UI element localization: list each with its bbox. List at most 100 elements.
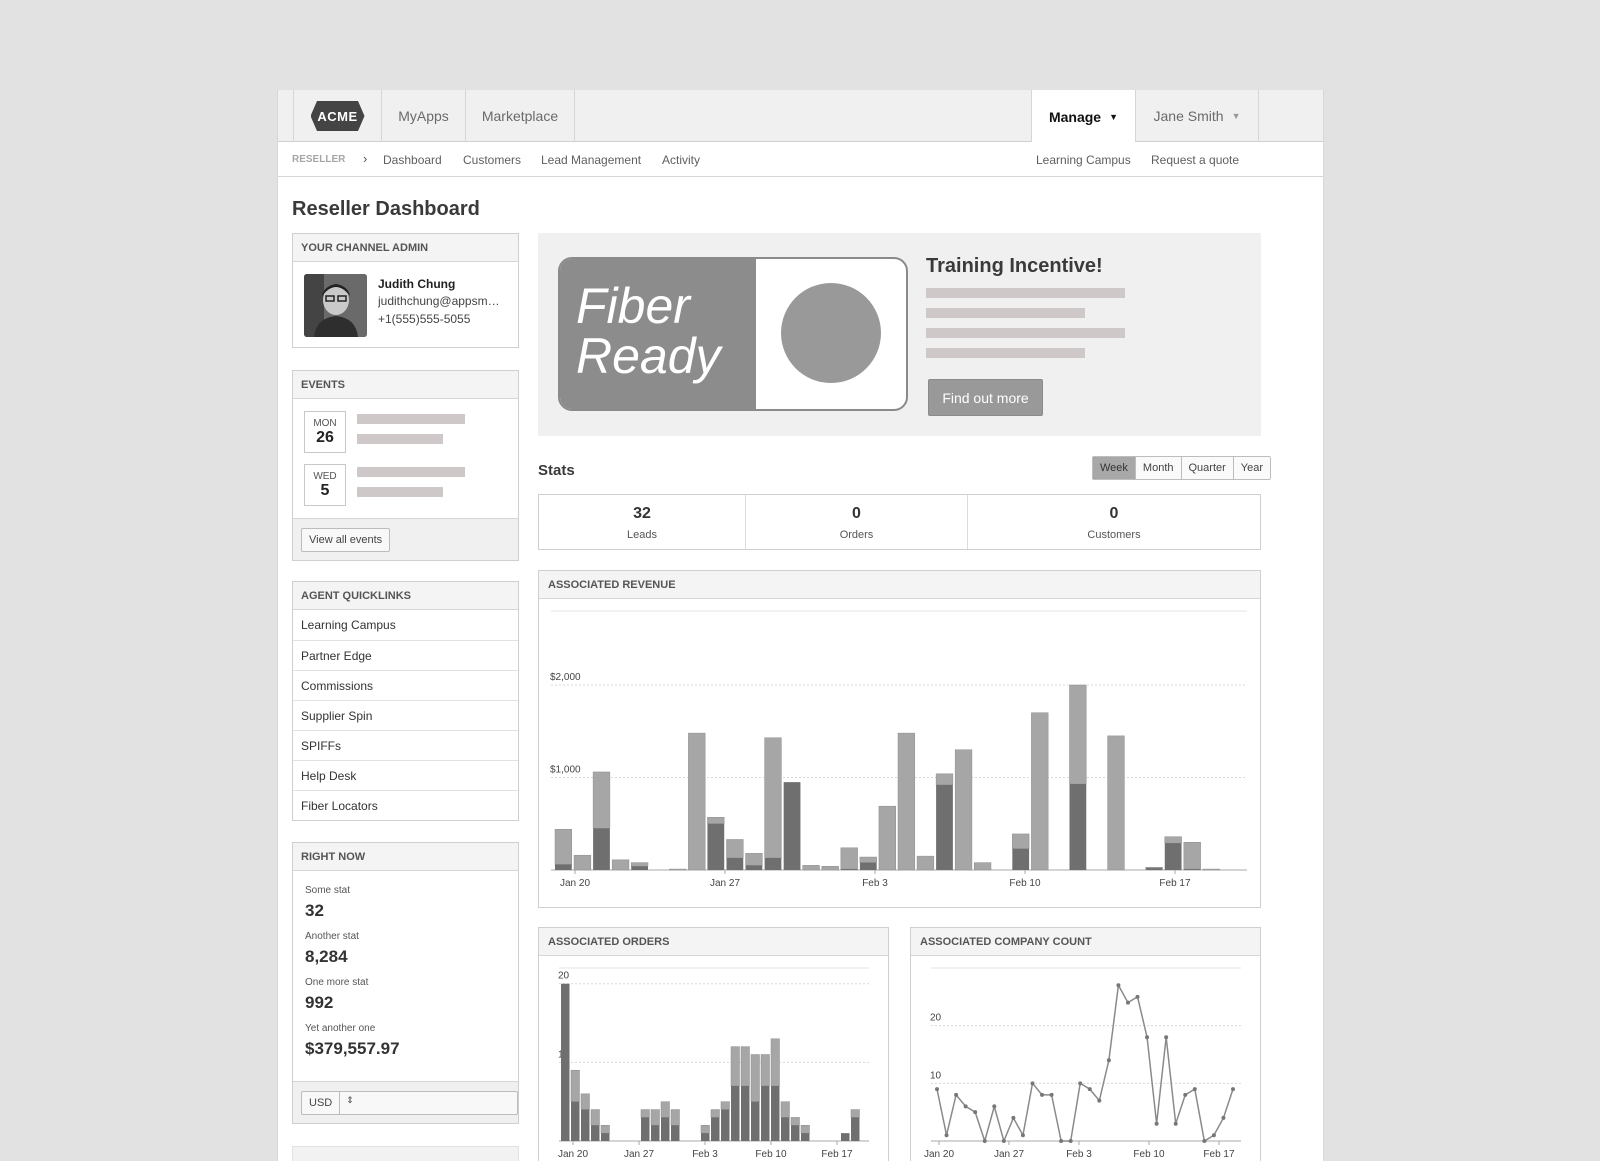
event-detail-placeholder <box>357 487 443 497</box>
orders-bar-lower <box>671 1125 680 1141</box>
revenue-bar-lower <box>764 857 782 870</box>
subnav-lead-management[interactable]: Lead Management <box>541 153 641 167</box>
right-now-stats: Some stat 32 Another stat 8,284 One more… <box>293 871 518 1059</box>
right-now-panel: RIGHT NOW Some stat 32 Another stat 8,28… <box>292 842 519 1124</box>
period-month-button[interactable]: Month <box>1134 457 1181 479</box>
subnav-customers[interactable]: Customers <box>463 153 521 167</box>
orders-bar-upper <box>670 1109 680 1126</box>
x-tick-label: Feb 17 <box>1203 1149 1235 1160</box>
revenue-bar-upper <box>554 829 573 865</box>
company-count-point <box>973 1110 978 1115</box>
quicklink-commissions[interactable]: Commissions <box>293 670 518 700</box>
orders-bar-upper <box>700 1125 710 1134</box>
orders-chart: 1020Jan 20Jan 27Feb 3Feb 10Feb 17 <box>558 967 869 1160</box>
stat-label: Orders <box>839 529 874 541</box>
revenue-bar-upper <box>840 847 858 870</box>
company-count-point <box>1068 1139 1073 1143</box>
revenue-bar-upper <box>688 732 706 871</box>
revenue-bar-upper <box>973 862 992 871</box>
revenue-bar-upper <box>745 853 763 866</box>
revenue-bar-upper <box>669 868 687 871</box>
company-count-point <box>1020 1133 1025 1138</box>
currency-select[interactable]: USD ⇕ <box>301 1091 518 1115</box>
stat-leads: 32 Leads <box>539 495 746 549</box>
orders-bar-upper <box>740 1046 750 1087</box>
period-year-button[interactable]: Year <box>1232 457 1271 479</box>
period-quarter-button[interactable]: Quarter <box>1180 457 1233 479</box>
orders-bar-lower <box>711 1117 720 1141</box>
company-count-point <box>1231 1087 1235 1092</box>
promo-text-placeholder <box>926 348 1085 358</box>
revenue-chart-panel: ASSOCIATED REVENUE $1,000 $2,000 Jan 20 Jan… <box>538 570 1261 908</box>
logo-cell[interactable]: ACME <box>293 90 382 142</box>
orders-bar-lower <box>641 1117 650 1141</box>
revenue-bar-upper <box>821 866 839 871</box>
orders-bar-upper <box>780 1101 790 1118</box>
nav-tab-marketplace[interactable]: Marketplace <box>466 90 575 142</box>
revenue-bar-lower <box>593 828 610 870</box>
quicklink-learning-campus[interactable]: Learning Campus <box>293 610 518 640</box>
quicklink-partner-edge[interactable]: Partner Edge <box>293 640 518 670</box>
find-out-more-button[interactable]: Find out more <box>928 379 1043 416</box>
quicklink-help-desk[interactable]: Help Desk <box>293 760 518 790</box>
orders-bar-upper <box>800 1125 810 1134</box>
stat-orders: 0 Orders <box>746 495 968 549</box>
subnav-learning-campus[interactable]: Learning Campus <box>1036 153 1131 167</box>
stat-label: Leads <box>627 529 657 541</box>
orders-bar-lower <box>731 1085 740 1141</box>
events-panel: EVENTS MON 26 WED 5 View all events <box>292 370 519 561</box>
manage-menu[interactable]: Manage ▼ <box>1031 90 1136 143</box>
x-tick-label: Jan 20 <box>924 1149 954 1160</box>
subnav-dashboard[interactable]: Dashboard <box>383 153 442 167</box>
user-menu[interactable]: Jane Smith ▼ <box>1136 90 1259 142</box>
quicklink-fiber-locators[interactable]: Fiber Locators <box>293 790 518 820</box>
subnav-request-quote[interactable]: Request a quote <box>1151 153 1239 167</box>
orders-chart-panel: ASSOCIATED ORDERS 1020Jan 20Jan 27Feb 3F… <box>538 927 889 1161</box>
promo-text-placeholder <box>926 328 1125 338</box>
circle-graphic <box>781 283 881 383</box>
company-count-point <box>1211 1133 1216 1138</box>
orders-bar-lower <box>591 1125 600 1141</box>
orders-bar-lower <box>801 1133 810 1141</box>
event-date-2[interactable]: WED 5 <box>304 464 346 506</box>
view-all-events-button[interactable]: View all events <box>301 528 391 552</box>
company-count-point <box>1202 1139 1207 1143</box>
event-detail-placeholder <box>357 434 443 444</box>
user-name: Jane Smith <box>1153 108 1224 124</box>
revenue-bar-lower <box>555 864 572 870</box>
chevron-right-icon: › <box>363 151 368 166</box>
revenue-bar-lower <box>707 823 725 870</box>
event-date-1[interactable]: MON 26 <box>304 411 346 453</box>
admin-email[interactable]: judithchung@appsm… <box>378 294 508 308</box>
company-count-chart-heading: ASSOCIATED COMPANY COUNT <box>911 928 1260 956</box>
acme-logo[interactable]: ACME <box>310 101 365 131</box>
subnav-activity[interactable]: Activity <box>662 153 700 167</box>
company-count-point <box>954 1092 959 1097</box>
orders-bar-lower <box>651 1125 660 1141</box>
revenue-bar-lower <box>745 865 763 870</box>
period-week-button[interactable]: Week <box>1093 457 1135 479</box>
admin-name: Judith Chung <box>378 277 456 291</box>
page-title: Reseller Dashboard <box>292 198 480 220</box>
admin-phone[interactable]: +1(555)555-5055 <box>378 312 470 326</box>
company-count-point <box>1106 1058 1111 1063</box>
quicklink-spiffs[interactable]: SPIFFs <box>293 730 518 760</box>
company-count-point <box>1049 1092 1054 1097</box>
stat-value: 8,284 <box>305 947 348 966</box>
nav-tab-myapps[interactable]: MyApps <box>382 90 466 142</box>
x-tick-label: Jan 27 <box>624 1149 654 1160</box>
breadcrumb-reseller[interactable]: RESELLER <box>292 154 345 165</box>
quicklink-supplier-spin[interactable]: Supplier Spin <box>293 700 518 730</box>
orders-bar-lower <box>701 1133 710 1141</box>
event-weekday: WED <box>313 471 337 482</box>
company-count-line <box>936 982 1234 1144</box>
company-count-point <box>1116 983 1121 988</box>
stat-label: One more stat <box>305 977 369 988</box>
fiber-ready-logo: Fiber Ready <box>558 257 908 411</box>
event-day: 5 <box>320 482 330 499</box>
orders-bar-lower <box>841 1133 850 1141</box>
orders-bar-lower <box>721 1109 730 1141</box>
stat-label: Some stat <box>305 885 351 896</box>
stat-value: 0 <box>1109 505 1119 522</box>
company-count-point <box>1059 1139 1064 1143</box>
